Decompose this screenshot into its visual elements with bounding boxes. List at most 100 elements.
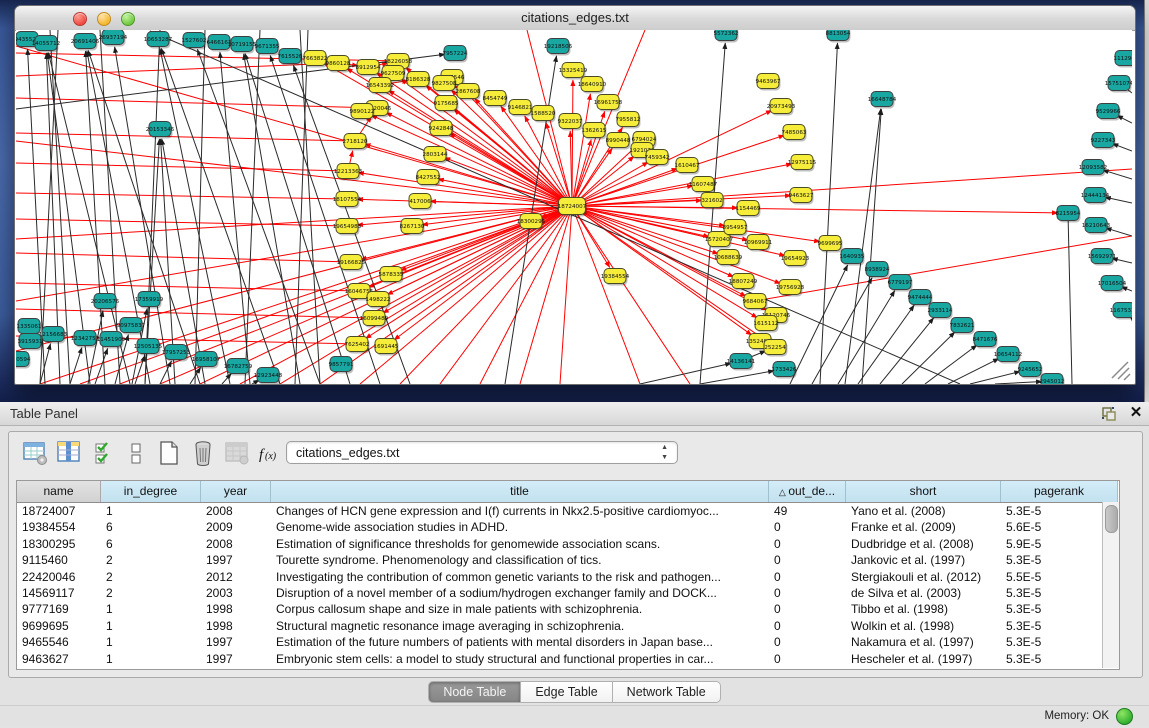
graph-node[interactable]: 9175685 [434,96,459,113]
table-row[interactable]: 2242004622012Investigating the contribut… [17,569,1119,585]
graph-node[interactable]: 14055712 [32,36,60,53]
citation-edge-black[interactable] [838,291,895,384]
graph-node[interactable]: 10688639 [714,250,743,267]
table-row[interactable]: 1872400712008Changes of HCN gene express… [17,503,1119,519]
table-cell[interactable]: 14569117 [17,585,101,601]
graph-node[interactable]: 7663822 [303,51,328,68]
table-cell[interactable]: 2012 [201,569,271,585]
citation-edge-red[interactable] [572,206,1058,213]
table-row[interactable]: 1456911722003Disruption of a novel membe… [17,585,1119,601]
scrollbar-thumb[interactable] [1105,505,1118,533]
table-cell[interactable]: 5.3E-5 [1001,552,1118,568]
table-row[interactable]: 946362711997Embryonic stem cells: a mode… [17,651,1119,667]
graph-node[interactable]: 2718120 [343,134,368,151]
graph-node[interactable]: 10969911 [744,235,773,252]
graph-node[interactable]: 2933114 [928,303,953,320]
function-builder-button[interactable]: f (x) [255,438,283,468]
graph-node[interactable]: 8990448 [606,133,631,150]
graph-node[interactable]: 1498222 [366,292,391,309]
graph-node[interactable]: 252254 [764,340,788,357]
citation-edge-black[interactable] [820,43,837,384]
table-cell[interactable]: 5.3E-5 [1001,585,1118,601]
citation-edge-black[interactable] [925,345,977,384]
citation-edge-black[interactable] [100,30,120,384]
citation-edge-black[interactable] [160,49,230,384]
graph-node[interactable]: 11607487 [689,177,718,194]
citation-edge-red[interactable] [16,163,348,171]
table-cell[interactable]: 1 [101,634,201,650]
table-cell[interactable]: Wolkin et al. (1998) [846,618,1001,634]
citation-edge-black[interactable] [880,318,934,384]
table-cell[interactable]: 5.5E-5 [1001,569,1118,585]
table-cell[interactable]: 2 [101,569,201,585]
citation-edge-black[interactable] [295,30,308,384]
tab-edge-table[interactable]: Edge Table [521,681,612,703]
table-cell[interactable]: 9115460 [17,552,101,568]
table-cell[interactable]: 5.9E-5 [1001,536,1118,552]
graph-node[interactable]: 12213363 [334,164,363,181]
graph-node[interactable]: 8912954 [356,60,381,77]
graph-node[interactable]: 9242848 [429,121,454,138]
citation-edge-black[interactable] [995,382,1042,384]
graph-node[interactable]: 26937194 [99,30,128,47]
table-cell[interactable]: Disruption of a novel member of a sodium… [271,585,769,601]
graph-node[interactable]: 1588520 [531,106,556,123]
graph-node[interactable]: 9827508 [432,76,457,93]
graph-node[interactable]: 1640935 [840,249,865,266]
graph-node[interactable]: 7485063 [782,125,807,142]
graph-node[interactable]: 12342757 [71,331,100,348]
citation-edge-black[interactable] [970,371,1020,384]
citation-edge-black[interactable] [1106,228,1132,236]
graph-node[interactable]: 12093582 [1079,160,1107,177]
table-cell[interactable]: Dudbridge et al. (2008) [846,536,1001,552]
graph-node[interactable]: 17359919 [135,292,164,309]
table-cell[interactable]: 5.3E-5 [1001,651,1118,667]
column-header-short[interactable]: short [846,481,1001,502]
table-cell[interactable]: Tourette syndrome. Phenomenology and cla… [271,552,769,568]
citation-edge-black[interactable] [1103,170,1132,179]
table-cell[interactable]: Estimation of significance thresholds fo… [271,536,769,552]
unselect-all-button[interactable] [123,438,151,468]
table-cell[interactable]: 2008 [201,503,271,519]
graph-node[interactable]: 9671355 [255,39,280,56]
graph-node[interactable]: 1154469 [736,201,761,218]
graph-node[interactable]: 12444134 [1081,188,1110,205]
table-cell[interactable]: 22420046 [17,569,101,585]
table-row[interactable]: 911546021997Tourette syndrome. Phenomeno… [17,552,1119,568]
graph-node[interactable]: 7832621 [950,318,975,335]
graph-node[interactable]: 18807249 [729,274,758,291]
table-cell[interactable]: 2009 [201,519,271,535]
graph-node[interactable]: 16958107 [192,352,221,369]
table-panel-header[interactable]: Table Panel ✕ [0,402,1149,426]
table-cell[interactable]: Yano et al. (2008) [846,503,1001,519]
graph-node[interactable]: 20206576 [91,294,120,311]
graph-node[interactable]: 8427552 [416,170,441,187]
results-panel-edge[interactable] [1144,0,1149,402]
graph-node[interactable]: 16099489 [360,311,389,328]
column-header-pagerank[interactable]: pagerank [1001,481,1118,502]
graph-node[interactable]: 8454749 [483,91,508,108]
table-cell[interactable]: Changes of HCN gene expression and I(f) … [271,503,769,519]
table-cell[interactable]: 9699695 [17,618,101,634]
table-cell[interactable]: 2 [101,585,201,601]
graph-node[interactable]: 9245652 [1018,362,1043,379]
table-cell[interactable]: 2003 [201,585,271,601]
table-settings-button[interactable] [21,438,49,468]
citation-edge-red[interactable] [16,141,572,206]
graph-node[interactable]: 19218506 [544,39,573,56]
citation-edge-red[interactable] [560,206,572,384]
column-header-title[interactable]: title [271,481,769,502]
table-cell[interactable]: Nakamura et al. (1997) [846,634,1001,650]
network-window[interactable]: citations_edges.txt 94355271405571220691… [14,5,1136,385]
graph-node[interactable]: 8267130 [400,219,425,236]
graph-node[interactable]: 8471676 [973,332,998,349]
table-row[interactable]: 946554611997Estimation of the future num… [17,634,1119,650]
citation-edge-red[interactable] [572,80,573,206]
table-cell[interactable]: 1998 [201,601,271,617]
graph-node[interactable]: 20691406 [71,34,100,51]
table-cell[interactable]: 1 [101,651,201,667]
column-header-name[interactable]: name [17,481,101,502]
column-header-out_de[interactable]: △ out_de... [769,481,846,502]
graph-node[interactable]: 18107554 [333,192,362,209]
citation-edge-red[interactable] [371,115,572,206]
